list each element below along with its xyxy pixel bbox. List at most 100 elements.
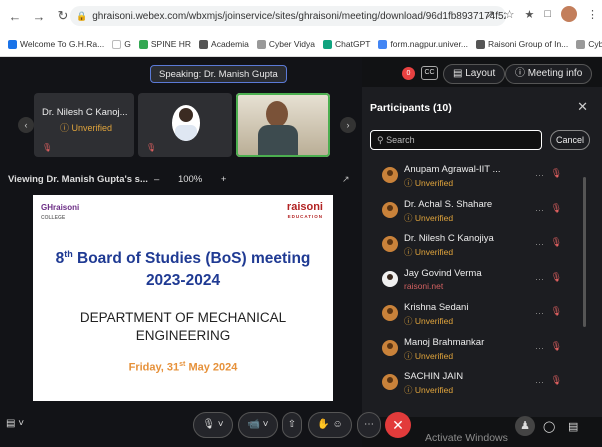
bookmark-item[interactable]: Cyber Vidya [256, 39, 315, 49]
bookmark-favicon-icon [112, 39, 122, 49]
video-tile-photo[interactable]: 🎙 [138, 93, 232, 157]
participant-name: Manoj Brahmankar [404, 336, 485, 348]
participant-row[interactable]: SACHIN JAIN ⓘ Unverified ⋯ 🎙 [362, 368, 602, 403]
mute-button[interactable]: 🎙 ˅ [193, 412, 233, 438]
url-text: ghraisoni.webex.com/wbxmjs/joinservice/s… [92, 10, 506, 22]
more-icon[interactable]: ⋯ [535, 205, 544, 216]
bookmark-item[interactable]: ChatGPT [323, 39, 370, 49]
participant-name: Dr. Nilesh C Kanojiya [404, 233, 494, 244]
star-icon[interactable]: ☆ [505, 8, 515, 21]
muted-mic-icon: 🎙 [550, 202, 562, 213]
zoom-in-button[interactable]: + [221, 174, 227, 185]
profile-avatar[interactable] [561, 6, 577, 22]
participant-status: ⓘ Unverified [404, 178, 454, 188]
bookmark-item[interactable]: G [112, 39, 131, 49]
bookmark-item[interactable]: Academia [199, 39, 249, 49]
captions-button[interactable]: CC [421, 66, 438, 80]
chat-icon[interactable]: ◯ [543, 420, 555, 433]
bookmark-item[interactable]: SPINE HR [138, 39, 192, 49]
muted-mic-icon: 🎙 [550, 168, 562, 178]
muted-mic-icon: 🎙 [42, 143, 53, 152]
participant-name: Anupam Agrawal-IIT ... [404, 164, 501, 175]
video-button[interactable]: 📹 ˅ [238, 412, 278, 438]
bookmark-item[interactable]: form.nagpur.univer... [378, 39, 468, 49]
participants-icon[interactable]: ♟ [515, 416, 535, 436]
extensions-icon[interactable]: ★ [524, 8, 534, 21]
muted-mic-icon: 🎙 [146, 143, 157, 152]
muted-mic-icon: 🎙 [550, 271, 562, 282]
activate-windows-watermark: Activate Windows [425, 432, 508, 444]
participant-row[interactable]: Manoj Brahmankar ⓘ Unverified ⋯ 🎙 [362, 334, 602, 369]
bookmark-label: form.nagpur.univer... [390, 39, 468, 49]
slide-title: 8th Board of Studies (BoS) meeting 2023-… [55, 249, 311, 290]
zoom-out-button[interactable]: – [154, 174, 159, 185]
participant-avatar [382, 339, 398, 356]
address-bar[interactable]: 🔒 ghraisoni.webex.com/wbxmjs/joinservice… [70, 6, 506, 26]
participant-search-input[interactable]: ⚲ Search [370, 130, 542, 150]
participant-status: ⓘ Unverified [404, 385, 454, 395]
participant-row[interactable]: Anupam Agrawal-IIT ... ⓘ Unverified ⋯ 🎙 [362, 161, 602, 196]
sidebar-icon[interactable]: □ [544, 8, 551, 20]
apps-icon[interactable]: ▤ [568, 420, 578, 433]
panel-scrollbar[interactable] [583, 177, 586, 327]
share-icon[interactable]: ↗ [485, 8, 494, 21]
recording-badge[interactable]: 0 [402, 67, 415, 80]
meeting-info-button[interactable]: ⓘ Meeting info [505, 64, 593, 84]
layout-icon: ▤ [453, 68, 466, 79]
more-icon[interactable]: ⋯ [535, 343, 544, 354]
muted-mic-icon: 🎙 [550, 237, 562, 247]
close-icon[interactable]: ✕ [577, 99, 588, 115]
participant-status: ⓘ Unverified [404, 247, 454, 257]
participant-row[interactable]: Krishna Sedani ⓘ Unverified ⋯ 🎙 [362, 299, 602, 334]
slide-department: DEPARTMENT OF MECHANICAL ENGINEERING [79, 310, 287, 343]
share-button[interactable]: ⇧ [282, 412, 302, 438]
participant-status: ⓘ Unverified [404, 350, 454, 361]
menu-icon[interactable]: ⋮ [587, 8, 598, 21]
more-icon[interactable]: ⋯ [535, 377, 544, 388]
view-options-button[interactable]: ▤ ˅ [6, 412, 46, 438]
participant-avatar [382, 270, 398, 287]
strip-prev-icon[interactable]: ‹ [18, 117, 34, 133]
cancel-button[interactable]: Cancel [550, 130, 590, 150]
leave-meeting-button[interactable]: ✕ [385, 412, 411, 438]
more-icon[interactable]: ⋯ [535, 308, 544, 319]
reactions-button[interactable]: ✋ ☺ [308, 412, 352, 438]
strip-next-icon[interactable]: › [340, 117, 356, 133]
participant-row[interactable]: Jay Govind Verma raisoni.net ⋯ 🎙 [362, 265, 602, 300]
bookmark-favicon-icon [378, 39, 388, 49]
participant-name: Jay Govind Verma [404, 267, 482, 279]
bookmark-label: SPINE HR [150, 39, 192, 49]
layout-button[interactable]: ▤ Layout [443, 64, 506, 84]
meeting-controls: ▤ ˅ 🎙 ˅ 📹 ˅ ⇧ ✋ ☺ ⋯ [0, 404, 602, 447]
bookmark-label: ChatGPT [335, 39, 371, 49]
more-icon[interactable]: ⋯ [535, 239, 544, 250]
bookmark-item[interactable]: Raisoni Group of In... [475, 39, 568, 49]
browser-chrome: ← → ↻ 🔒 ghraisoni.webex.com/wbxmjs/joins… [0, 0, 602, 57]
participant-avatar [382, 201, 398, 218]
bookmark-favicon-icon [475, 39, 485, 49]
bookmark-item[interactable]: Welcome To G.H.Ra... [8, 39, 104, 49]
more-options-button[interactable]: ⋯ [357, 412, 381, 438]
forward-arrow-icon[interactable]: → [30, 7, 48, 25]
participant-status: raisoni.net [404, 280, 444, 291]
participant-row[interactable]: Dr. Achal S. Shahare ⓘ Unverified ⋯ 🎙 [362, 196, 602, 231]
muted-mic-icon: 🎙 [550, 375, 562, 385]
more-icon[interactable]: ⋯ [535, 274, 544, 285]
expand-icon[interactable]: ↗ [342, 174, 350, 185]
bookmark-label: Cyber Vidya [268, 39, 315, 49]
bookmark-favicon-icon [199, 39, 209, 49]
participant-avatar [382, 167, 398, 183]
video-tile-speaker[interactable] [236, 93, 330, 157]
bookmark-label: Academia [211, 39, 249, 49]
speaking-indicator: Speaking: Dr. Manish Gupta [150, 65, 287, 83]
back-arrow-icon[interactable]: ← [6, 7, 24, 25]
more-icon[interactable]: ⋯ [535, 170, 544, 181]
zoom-controls: – 100% + [154, 174, 226, 185]
video-tile-nilesh[interactable]: Dr. Nilesh C Kanoj... ⓘ Unverified 🎙 [34, 93, 134, 157]
participant-name: Krishna Sedani [404, 302, 469, 313]
participant-row[interactable]: Dr. Nilesh C Kanojiya ⓘ Unverified ⋯ 🎙 [362, 230, 602, 265]
participant-avatar [382, 374, 398, 390]
bookmark-favicon-icon [323, 39, 332, 49]
muted-mic-icon: 🎙 [550, 306, 562, 316]
bookmark-item[interactable]: Cyber Vidya [576, 39, 602, 49]
